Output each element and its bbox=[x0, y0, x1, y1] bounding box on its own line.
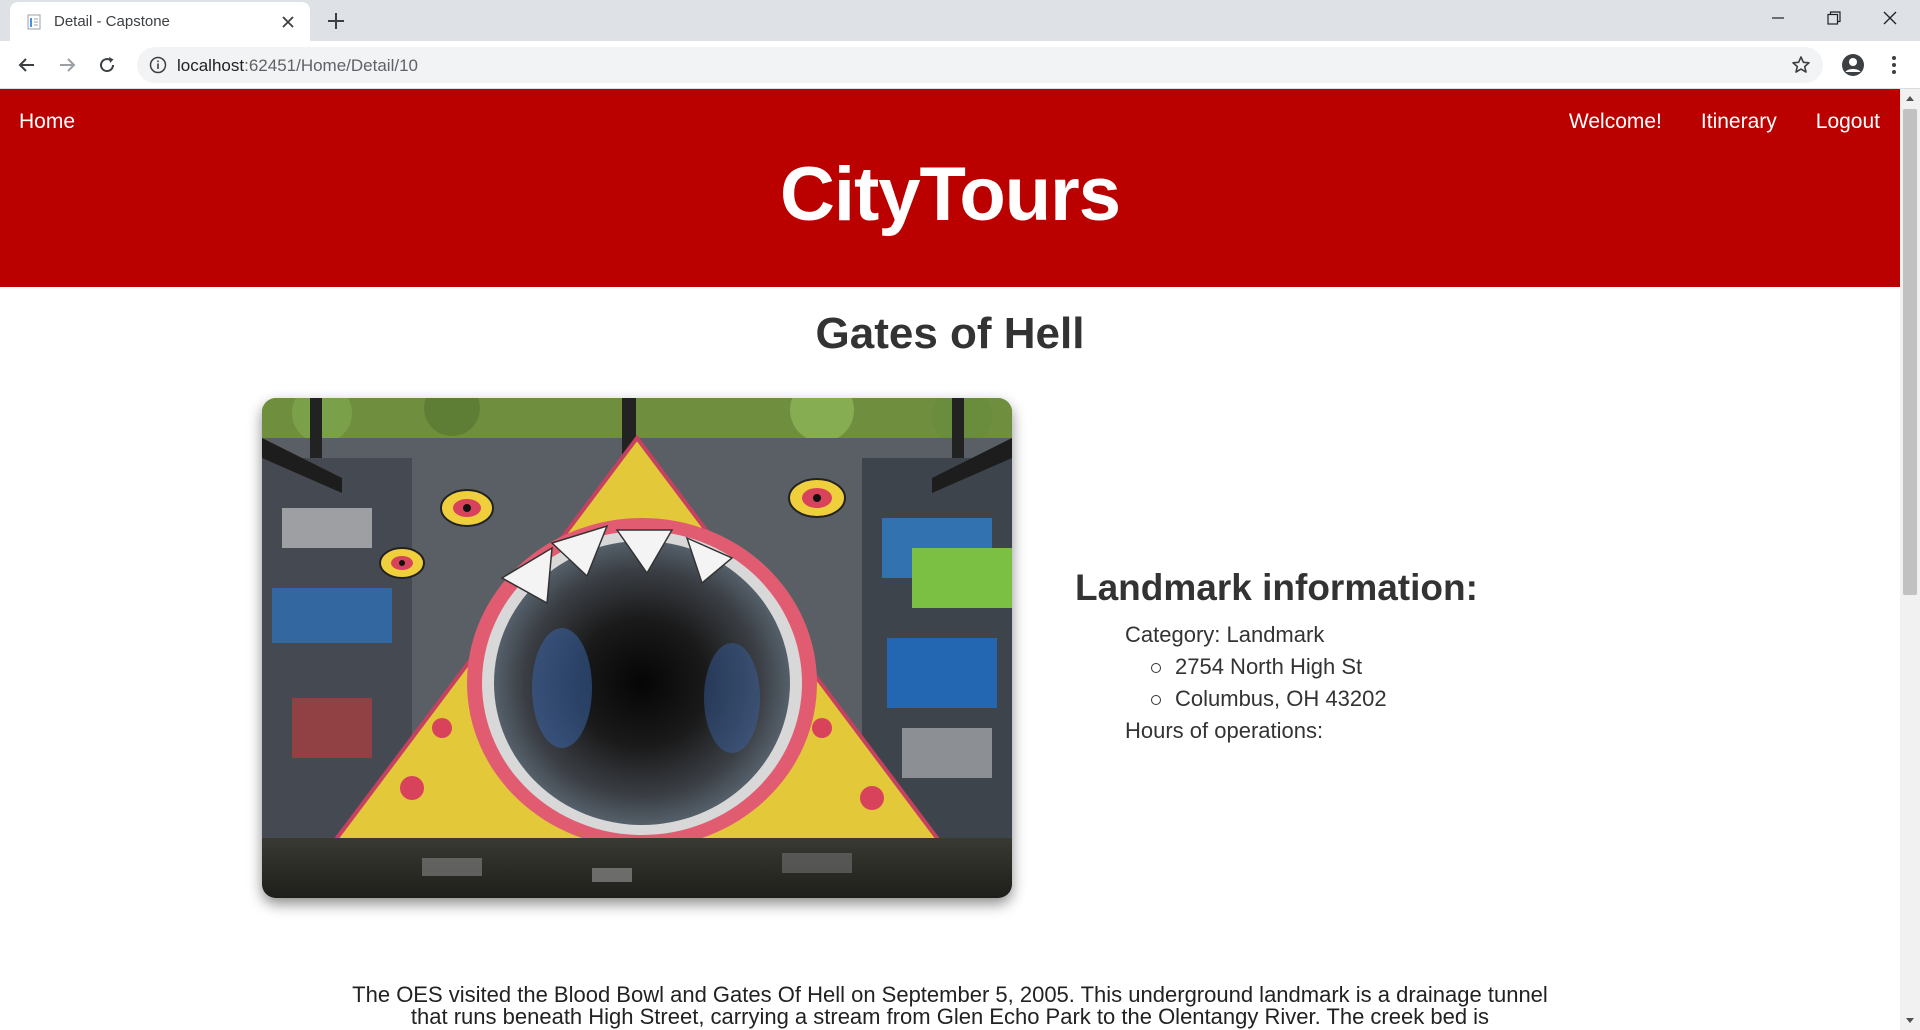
address-line-1: 2754 North High St bbox=[1151, 651, 1775, 683]
browser-tab[interactable]: Detail - Capstone bbox=[10, 2, 310, 41]
minimize-button[interactable] bbox=[1750, 0, 1806, 36]
kebab-menu-icon bbox=[1892, 56, 1896, 74]
reload-button[interactable] bbox=[93, 51, 121, 79]
forward-arrow-icon bbox=[60, 58, 76, 72]
nav-itinerary-link[interactable]: Itinerary bbox=[1701, 110, 1777, 134]
nav-right-group: Welcome! Itinerary Logout bbox=[1569, 110, 1880, 134]
address-bar[interactable]: localhost:62451/Home/Detail/10 bbox=[137, 47, 1823, 83]
nav-welcome-link[interactable]: Welcome! bbox=[1569, 110, 1662, 134]
nav-home-link[interactable]: Home bbox=[19, 110, 75, 134]
close-icon[interactable] bbox=[280, 14, 296, 30]
url-text: localhost:62451/Home/Detail/10 bbox=[177, 56, 418, 76]
hours-text: Hours of operations: bbox=[1125, 718, 1324, 743]
landmark-photo-image bbox=[262, 398, 1012, 898]
account-icon bbox=[1842, 54, 1864, 76]
page-favicon-icon bbox=[27, 14, 41, 30]
nav-logout-link[interactable]: Logout bbox=[1816, 110, 1880, 134]
info-list: Category: Landmark 2754 North High St Co… bbox=[1125, 619, 1775, 747]
landmark-description: The OES visited the Blood Bowl and Gates… bbox=[352, 982, 1548, 1029]
close-icon bbox=[1883, 11, 1897, 25]
star-icon[interactable] bbox=[1791, 55, 1811, 75]
info-heading: Landmark information: bbox=[1075, 567, 1478, 608]
scroll-down-arrow-icon bbox=[1906, 1018, 1914, 1023]
scroll-thumb[interactable] bbox=[1903, 109, 1917, 595]
back-arrow-icon bbox=[18, 58, 34, 72]
address-list: 2754 North High St Columbus, OH 43202 bbox=[1151, 651, 1775, 715]
landmark-photo bbox=[262, 398, 1012, 898]
page-viewport: Home Welcome! Itinerary Logout CityTours… bbox=[0, 89, 1900, 1030]
profile-button[interactable] bbox=[1839, 51, 1867, 79]
plus-icon[interactable] bbox=[325, 10, 347, 32]
scroll-down-button[interactable] bbox=[1900, 1012, 1920, 1030]
landmark-info: Landmark information: Category: Landmark… bbox=[1075, 567, 1775, 747]
back-button[interactable] bbox=[13, 51, 41, 79]
minimize-icon bbox=[1772, 17, 1784, 19]
forward-button[interactable] bbox=[53, 51, 81, 79]
site-header: Home Welcome! Itinerary Logout CityTours bbox=[0, 89, 1900, 287]
restore-button[interactable] bbox=[1806, 0, 1862, 36]
url-host: localhost bbox=[177, 56, 245, 75]
reload-icon bbox=[100, 57, 115, 73]
close-window-button[interactable] bbox=[1862, 0, 1918, 36]
scroll-up-button[interactable] bbox=[1900, 89, 1920, 107]
tab-title: Detail - Capstone bbox=[54, 13, 170, 30]
site-brand-title: CityTours bbox=[779, 152, 1121, 237]
category-text: Category: Landmark bbox=[1125, 622, 1325, 647]
landmark-title: Gates of Hell bbox=[815, 309, 1085, 358]
page-scrollbar[interactable] bbox=[1900, 89, 1920, 1030]
restore-icon bbox=[1827, 11, 1841, 25]
browser-tab-strip: Detail - Capstone bbox=[0, 0, 1920, 41]
url-path: :62451/Home/Detail/10 bbox=[244, 56, 418, 75]
info-icon[interactable] bbox=[149, 56, 167, 74]
browser-menu-button[interactable] bbox=[1880, 51, 1908, 79]
address-line-2: Columbus, OH 43202 bbox=[1151, 683, 1775, 715]
browser-toolbar: localhost:62451/Home/Detail/10 bbox=[0, 41, 1920, 89]
scroll-up-arrow-icon bbox=[1906, 96, 1914, 101]
